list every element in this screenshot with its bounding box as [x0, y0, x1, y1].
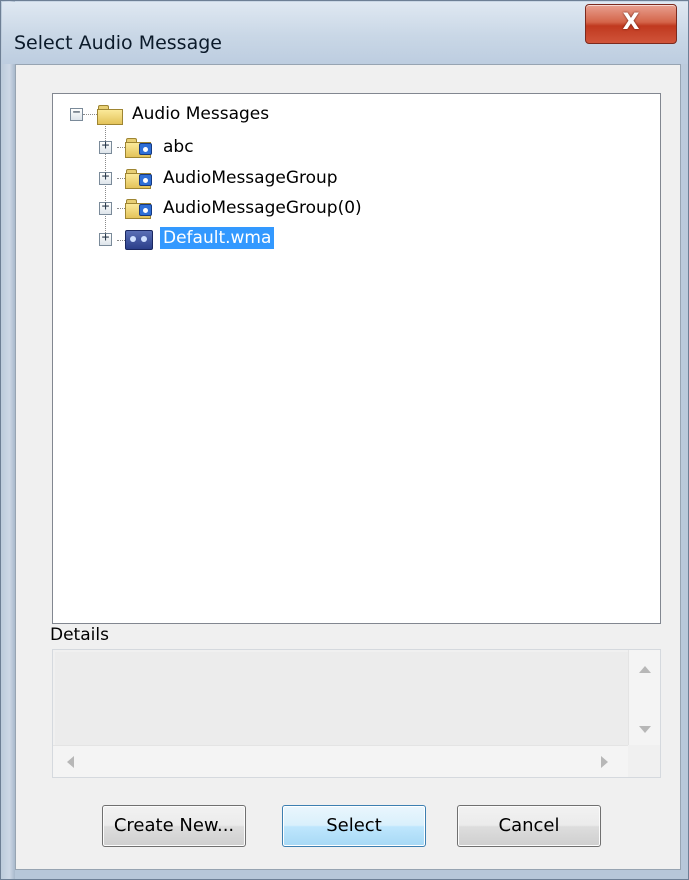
collapse-icon[interactable]: −: [70, 105, 83, 121]
details-text-area[interactable]: [55, 652, 628, 745]
scrollbar-corner: [628, 745, 660, 777]
audio-message-tree[interactable]: − Audio Messages + abc + AudioMessageGro…: [52, 93, 661, 624]
tree-node-default-wma[interactable]: + Default.wma: [53, 226, 353, 254]
tree-node-label: abc: [163, 137, 194, 157]
create-new-button[interactable]: Create New...: [102, 805, 246, 847]
tree-node-audiomessagegroup-0[interactable]: + AudioMessageGroup(0): [53, 195, 453, 223]
dialog-client-area: − Audio Messages + abc + AudioMessageGro…: [15, 64, 681, 870]
audio-file-icon: [125, 230, 153, 250]
details-box: [52, 649, 661, 778]
details-label: Details: [50, 625, 109, 645]
details-vertical-scrollbar[interactable]: [628, 650, 660, 750]
details-horizontal-scrollbar[interactable]: [53, 745, 629, 777]
tree-node-audio-messages[interactable]: − Audio Messages: [53, 101, 353, 129]
tree-node-label: AudioMessageGroup: [163, 168, 338, 188]
expand-icon[interactable]: +: [99, 230, 112, 246]
scroll-down-icon[interactable]: [639, 726, 651, 733]
close-button[interactable]: X: [585, 4, 677, 44]
expand-icon[interactable]: +: [99, 199, 112, 215]
expand-icon[interactable]: +: [99, 138, 112, 154]
window-title: Select Audio Message: [14, 32, 222, 54]
expand-icon[interactable]: +: [99, 169, 112, 185]
audio-folder-icon: [125, 169, 152, 189]
scroll-up-icon[interactable]: [639, 666, 651, 673]
audio-folder-icon: [125, 138, 152, 158]
tree-node-label: Audio Messages: [132, 104, 270, 124]
close-icon: X: [622, 10, 640, 35]
folder-icon: [97, 105, 123, 125]
scroll-left-icon[interactable]: [67, 756, 74, 768]
tree-node-label: AudioMessageGroup(0): [163, 198, 362, 218]
tree-node-label-selected: Default.wma: [160, 227, 275, 249]
select-button[interactable]: Select: [282, 805, 426, 847]
scroll-right-icon[interactable]: [601, 756, 608, 768]
audio-folder-icon: [125, 199, 152, 219]
cancel-button[interactable]: Cancel: [457, 805, 601, 847]
title-bar[interactable]: Select Audio Message X: [2, 2, 688, 64]
tree-node-abc[interactable]: + abc: [53, 134, 353, 162]
dialog-window: Select Audio Message X − Audio Messages: [0, 0, 689, 880]
tree-node-audiomessagegroup[interactable]: + AudioMessageGroup: [53, 165, 413, 193]
